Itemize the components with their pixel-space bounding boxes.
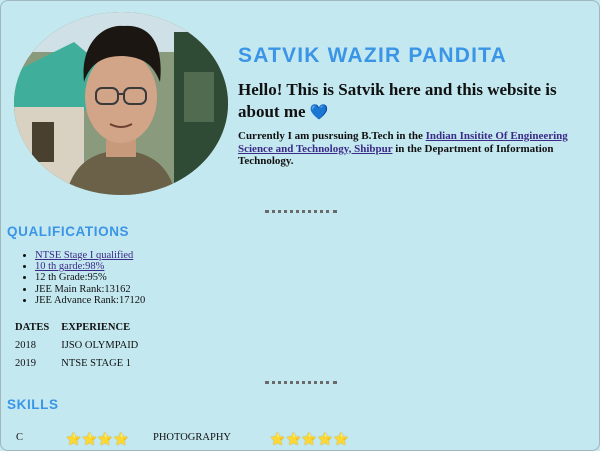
- table-row: 2018 IJSO OLYMPAID: [9, 336, 144, 354]
- intro-text: Hello! This is Satvik here and this webs…: [238, 80, 557, 121]
- experience-table: DATES EXPERIENCE 2018 IJSO OLYMPAID 2019…: [9, 318, 144, 372]
- qualification-text: JEE Main Rank:13162: [35, 283, 131, 295]
- current-study-text: Currently I am pusrsuing B.Tech in the I…: [238, 130, 590, 168]
- qualifications-list: NTSE Stage I qualified 10 th garde:98% 1…: [17, 250, 145, 306]
- qualification-link[interactable]: NTSE Stage I qualified: [35, 250, 133, 261]
- table-cell-date: 2019: [15, 357, 36, 369]
- blue-heart-icon: 💙: [309, 105, 329, 121]
- table-cell-experience: IJSO OLYMPAID: [61, 339, 139, 351]
- qualification-text: 12 th Grade:95%: [35, 272, 107, 284]
- table-cell-date: 2018: [15, 339, 36, 351]
- skill-name: PHOTOGRAPHY: [153, 432, 231, 443]
- skills-row: C ⭐⭐⭐⭐ PHOTOGRAPHY ⭐⭐⭐⭐⭐: [0, 432, 600, 446]
- qualification-link[interactable]: 10 th garde:98%: [35, 261, 104, 272]
- list-item: JEE Advance Rank:17120: [35, 295, 145, 306]
- list-item: JEE Main Rank:13162: [35, 284, 145, 295]
- skills-title: SKILLS: [7, 397, 59, 412]
- table-header-row: DATES EXPERIENCE: [9, 318, 144, 336]
- profile-name: SATVIK WAZIR PANDITA: [238, 44, 507, 67]
- profile-photo: [14, 12, 228, 195]
- skill-rating-stars: ⭐⭐⭐⭐⭐: [270, 432, 350, 446]
- intro-heading: Hello! This is Satvik here and this webs…: [238, 79, 590, 124]
- table-row: 2019 NTSE STAGE 1: [9, 354, 144, 372]
- section-divider: [265, 210, 337, 213]
- qualifications-title: QUALIFICATIONS: [7, 224, 130, 239]
- list-item[interactable]: NTSE Stage I qualified: [35, 250, 145, 261]
- qualification-text: JEE Advance Rank:17120: [35, 294, 146, 306]
- skill-name: C: [16, 432, 24, 443]
- current-prefix: Currently I am pusrsuing B.Tech in the: [238, 130, 423, 142]
- table-cell-experience: NTSE STAGE 1: [61, 357, 131, 369]
- section-divider: [265, 381, 337, 384]
- profile-photo-image: [14, 12, 228, 195]
- list-item[interactable]: 10 th garde:98%: [35, 261, 145, 272]
- column-header-experience: EXPERIENCE: [61, 321, 131, 333]
- skill-rating-stars: ⭐⭐⭐⭐: [66, 432, 130, 446]
- column-header-dates: DATES: [15, 321, 50, 333]
- list-item: 12 th Grade:95%: [35, 272, 145, 283]
